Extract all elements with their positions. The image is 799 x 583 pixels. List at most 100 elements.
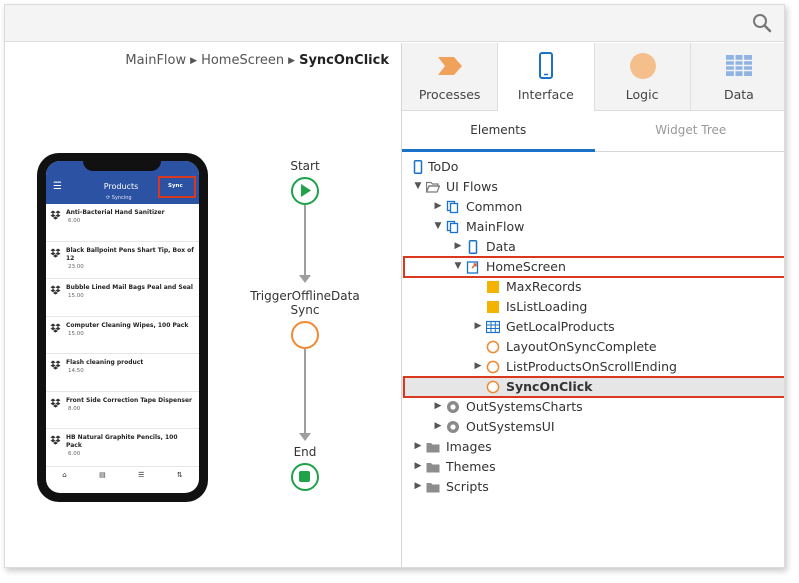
data-grid-icon [725,55,752,76]
product-name: Flash cleaning product [66,359,144,366]
folder-icon [426,480,440,494]
tree-item-scripts[interactable]: ▶ Scripts [402,477,784,497]
tab-data[interactable]: Data [691,43,784,111]
product-list-item[interactable]: Black Ballpoint Pens Shart Tip, Box of 1… [46,242,199,279]
flow-canvas[interactable]: MainFlow ▶ HomeScreen ▶ SyncOnClick ☰ Produc… [5,43,401,567]
tab-interface[interactable]: Interface [498,43,595,111]
right-panel: Processes Interface Logic Data Elements … [401,43,785,567]
chevron-right-icon[interactable]: ▶ [413,441,423,451]
tree-item-layoutonsynccomplete[interactable]: LayoutOnSyncComplete [402,337,784,357]
tab-elements[interactable]: Elements [402,111,595,152]
tree-item-maxrecords[interactable]: MaxRecords [402,277,784,297]
tree-item-label: GetLocalProducts [506,319,615,334]
product-list-item[interactable]: Flash cleaning product 14.50 [46,354,199,392]
database-icon[interactable]: ▤ [99,471,106,479]
tab-processes-label: Processes [418,87,481,102]
tree-item-synconclick[interactable]: SyncOnClick [402,377,784,397]
tree-item-label: ListProductsOnScrollEnding [506,359,677,374]
flow-connector [304,205,306,277]
phone-screen: ☰ Products Sync ⟳ Syncing Anti-Bacterial… [46,161,199,493]
tree-item-listproductsonscrollending[interactable]: ▶ ListProductsOnScrollEnding [402,357,784,377]
tree-item-getlocalproducts[interactable]: ▶ GetLocalProducts [402,317,784,337]
tab-processes[interactable]: Processes [402,43,499,111]
tab-interface-label: Interface [517,87,574,102]
app-window: MainFlow ▶ HomeScreen ▶ SyncOnClick ☰ Produc… [4,4,785,568]
phone-preview: ☰ Products Sync ⟳ Syncing Anti-Bacterial… [37,153,208,502]
tree-item-common[interactable]: ▶ Common [402,197,784,217]
chevron-down-icon[interactable]: ▼ [433,221,443,231]
list-icon[interactable]: ☰ [138,471,144,479]
chevron-right-icon[interactable]: ▶ [433,201,443,211]
bottom-navigation: ⌂ ▤ ☰ ⇅ [46,467,199,483]
dropbox-icon [50,210,61,220]
tree-item-label: OutSystemsUI [466,419,555,434]
top-toolbar [5,5,784,42]
product-list-item[interactable]: Computer Cleaning Wipes, 100 Pack 15.00 [46,317,199,354]
hamburger-icon[interactable]: ☰ [53,181,62,192]
chevron-right-icon[interactable]: ▶ [473,361,483,371]
flow-end-node[interactable] [291,463,319,491]
main-tabs: Processes Interface Logic Data [402,43,784,111]
folder-icon [426,440,440,454]
client-action-icon [486,340,500,354]
tree-item-islistloading[interactable]: IsListLoading [402,297,784,317]
chevron-right-icon[interactable]: ▶ [413,481,423,491]
tree-item-label: HomeScreen [486,259,566,274]
tree-item-themes[interactable]: ▶ Themes [402,457,784,477]
ui-flow-icon [446,200,460,214]
product-list-item[interactable]: Front Side Correction Tape Dispenser 8.00 [46,392,199,429]
breadcrumb-homescreen[interactable]: HomeScreen [201,53,284,68]
tree-item-ui-flows[interactable]: ▼ UI Flows [402,177,784,197]
play-icon [301,184,311,197]
chevron-right-icon[interactable]: ▶ [413,461,423,471]
dropbox-icon [50,248,61,258]
flow-end-label: End [293,445,317,459]
tree-item-label: Data [486,239,516,254]
chevron-right-icon[interactable]: ▶ [433,421,443,431]
tree-item-label: Images [446,439,492,454]
trigger-offline-data-sync-node[interactable] [291,321,319,349]
chevron-down-icon[interactable]: ▼ [453,261,463,271]
breadcrumb-mainflow[interactable]: MainFlow [125,53,186,68]
tree-item-todo[interactable]: ToDo [402,157,784,177]
flow-start-node[interactable] [291,177,319,205]
tree-item-label: Themes [446,459,496,474]
sort-icon[interactable]: ⇅ [177,471,183,479]
sub-tabs: Elements Widget Tree [402,111,785,152]
product-price: 14.50 [68,368,84,374]
tree-item-homescreen[interactable]: ▼ HomeScreen [402,257,784,277]
product-list-item[interactable]: Bubble Lined Mail Bags Peal and Seal 15.0… [46,279,199,317]
tree-item-images[interactable]: ▶ Images [402,437,784,457]
tab-widget-tree[interactable]: Widget Tree [595,111,785,151]
client-action-icon [486,360,500,374]
tab-logic[interactable]: Logic [595,43,691,111]
syncing-text: Syncing [111,195,132,201]
product-name: Black Ballpoint Pens Shart Tip, Box of 1… [66,246,194,262]
tree-item-mainflow[interactable]: ▼ MainFlow [402,217,784,237]
folder-open-icon [425,180,441,194]
processes-chevron-icon [438,57,462,75]
tree-item-data[interactable]: ▶ Data [402,237,784,257]
tab-data-label: Data [723,87,754,102]
search-button[interactable] [750,11,774,35]
product-list-item[interactable]: HB Natural Graphite Pencils, 100 Pack 6.0… [46,429,199,467]
home-icon[interactable]: ⌂ [62,471,66,479]
chevron-right-icon[interactable]: ▶ [473,321,483,331]
product-name: Anti-Bacterial Hand Sanitizer [66,209,165,216]
tree-item-outsystemscharts[interactable]: ▶ OutSystemsCharts [402,397,784,417]
product-price: 8.00 [68,405,81,412]
product-list-item[interactable]: Anti-Bacterial Hand Sanitizer 6.00 [46,204,199,242]
tree-item-label: IsListLoading [506,299,588,314]
chevron-right-icon[interactable]: ▶ [433,401,443,411]
phone-notch [83,157,161,171]
ui-flow-icon [446,220,460,234]
chevron-down-icon[interactable]: ▼ [413,181,423,191]
tree-item-label: MainFlow [466,219,525,234]
chevron-right-icon[interactable]: ▶ [453,241,463,251]
dropbox-icon [50,285,61,295]
product-list: Anti-Bacterial Hand Sanitizer 6.00 Black B… [46,204,199,467]
tree-item-outsystemsui[interactable]: ▶ OutSystemsUI [402,417,784,437]
tree-item-label: Scripts [446,479,489,494]
product-name: Bubble Lined Mail Bags Peal and Seal [66,284,193,291]
tree-item-label: MaxRecords [506,279,582,294]
